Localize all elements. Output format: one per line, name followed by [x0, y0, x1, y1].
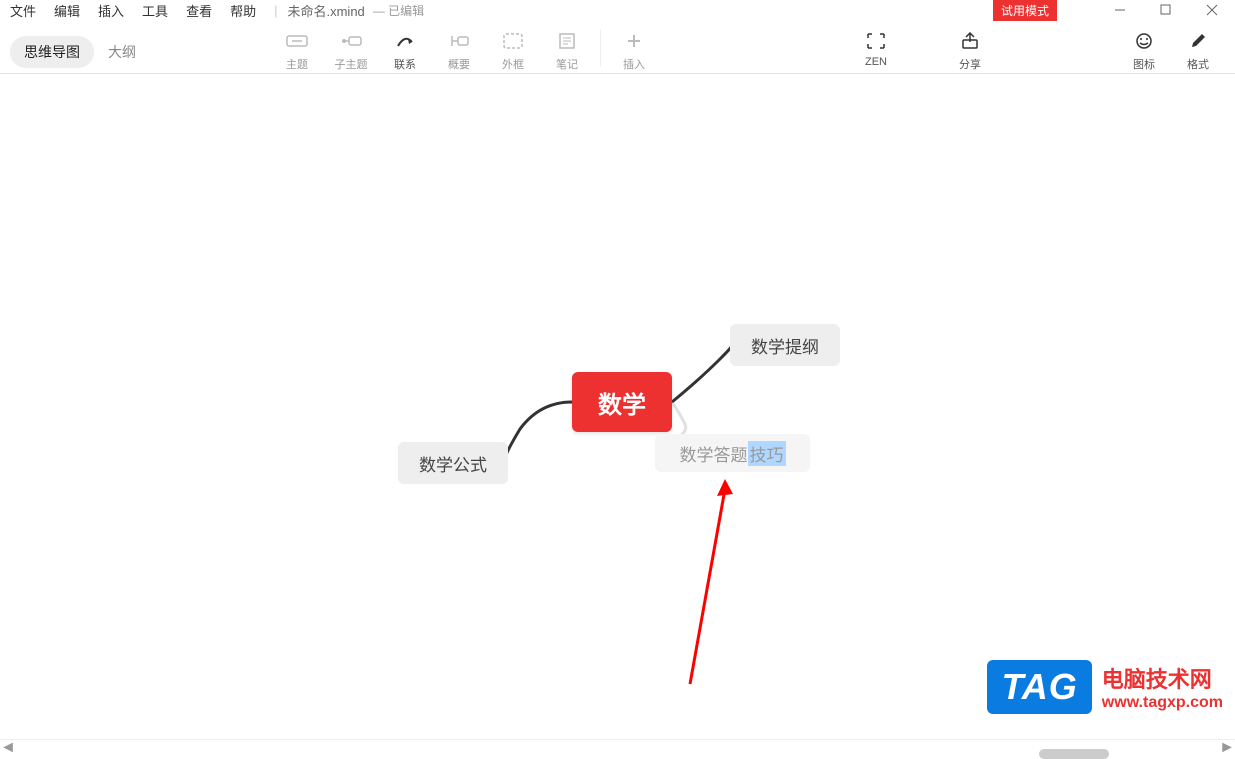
insert-icon [622, 30, 646, 52]
tab-outline[interactable]: 大纲 [94, 36, 150, 68]
menu-help[interactable]: 帮助 [230, 1, 256, 20]
tool-zen[interactable]: ZEN [849, 24, 903, 68]
tool-format[interactable]: 格式 [1171, 24, 1225, 72]
menu-divider: | [274, 3, 277, 18]
boundary-icon [501, 30, 525, 52]
tool-insert[interactable]: 插入 [607, 24, 661, 72]
zen-icon [864, 30, 888, 52]
tool-boundary[interactable]: 外框 [486, 24, 540, 72]
mindmap-canvas[interactable]: 数学 数学公式 数学提纲 数学答题技巧 TAG 电脑技术网 www.tagxp.… [0, 74, 1235, 734]
minimize-button[interactable] [1097, 0, 1143, 20]
tool-sticker[interactable]: 图标 [1117, 24, 1171, 72]
node-formula[interactable]: 数学公式 [398, 442, 508, 484]
tool-relationship[interactable]: 联系 [378, 24, 432, 72]
node-center[interactable]: 数学 [572, 372, 672, 432]
maximize-button[interactable] [1143, 0, 1189, 20]
toolbar-separator [600, 30, 601, 66]
watermark-url: www.tagxp.com [1102, 694, 1223, 712]
window-controls: 试用模式 [993, 0, 1235, 20]
note-icon [555, 30, 579, 52]
tab-mindmap[interactable]: 思维导图 [10, 36, 94, 68]
close-button[interactable] [1189, 0, 1235, 20]
maximize-icon [1160, 4, 1172, 16]
minimize-icon [1114, 4, 1126, 16]
subtopic-label: 子主题 [335, 56, 368, 72]
relationship-label: 联系 [394, 56, 416, 72]
tool-share[interactable]: 分享 [943, 24, 997, 72]
horizontal-scrollbar[interactable]: ◄ ► [0, 739, 1235, 755]
trial-mode-badge[interactable]: 试用模式 [993, 0, 1057, 21]
summary-icon [447, 30, 471, 52]
share-icon [958, 30, 982, 52]
sticker-label: 图标 [1133, 56, 1155, 72]
toolbar: 思维导图 大纲 主题 子主题 联系 概要 外框 笔记 插 [0, 24, 1235, 74]
document-status: — 已编辑 [373, 2, 424, 19]
tool-subtopic[interactable]: 子主题 [324, 24, 378, 72]
summary-label: 概要 [448, 56, 470, 72]
menu-tools[interactable]: 工具 [142, 1, 168, 20]
close-icon [1206, 4, 1218, 16]
tool-summary[interactable]: 概要 [432, 24, 486, 72]
menu-insert[interactable]: 插入 [98, 1, 124, 20]
menu-edit[interactable]: 编辑 [54, 1, 80, 20]
topic-icon [285, 30, 309, 52]
brush-icon [1186, 30, 1210, 52]
scroll-thumb[interactable] [1039, 749, 1109, 759]
insert-label: 插入 [623, 56, 645, 72]
format-label: 格式 [1187, 56, 1209, 72]
annotation-arrow [670, 474, 750, 694]
view-tabs: 思维导图 大纲 [10, 36, 150, 68]
tool-note[interactable]: 笔记 [540, 24, 594, 72]
zen-label: ZEN [865, 56, 887, 68]
scroll-right-arrow[interactable]: ► [1219, 739, 1235, 757]
tool-group-main: 主题 子主题 联系 概要 外框 笔记 插入 [270, 24, 661, 72]
menu-view[interactable]: 查看 [186, 1, 212, 20]
node-skills-text: 数学答题 [680, 441, 748, 466]
share-label: 分享 [959, 56, 981, 72]
tool-topic[interactable]: 主题 [270, 24, 324, 72]
menu-file[interactable]: 文件 [10, 1, 36, 20]
topic-label: 主题 [286, 56, 308, 72]
watermark-tag: TAG [987, 660, 1091, 714]
boundary-label: 外框 [502, 56, 524, 72]
note-label: 笔记 [556, 56, 578, 72]
node-outline[interactable]: 数学提纲 [730, 324, 840, 366]
subtopic-icon [339, 30, 363, 52]
watermark: TAG 电脑技术网 www.tagxp.com [987, 660, 1223, 714]
smiley-icon [1132, 30, 1156, 52]
node-skills-selection: 技巧 [748, 441, 786, 466]
watermark-title: 电脑技术网 [1102, 662, 1212, 694]
tool-group-right: ZEN 分享 图标 格式 [849, 24, 1225, 72]
node-skills-editing[interactable]: 数学答题技巧 [655, 434, 810, 472]
document-filename: 未命名.xmind [287, 1, 364, 20]
relationship-icon [393, 30, 417, 52]
scroll-left-arrow[interactable]: ◄ [0, 739, 16, 757]
